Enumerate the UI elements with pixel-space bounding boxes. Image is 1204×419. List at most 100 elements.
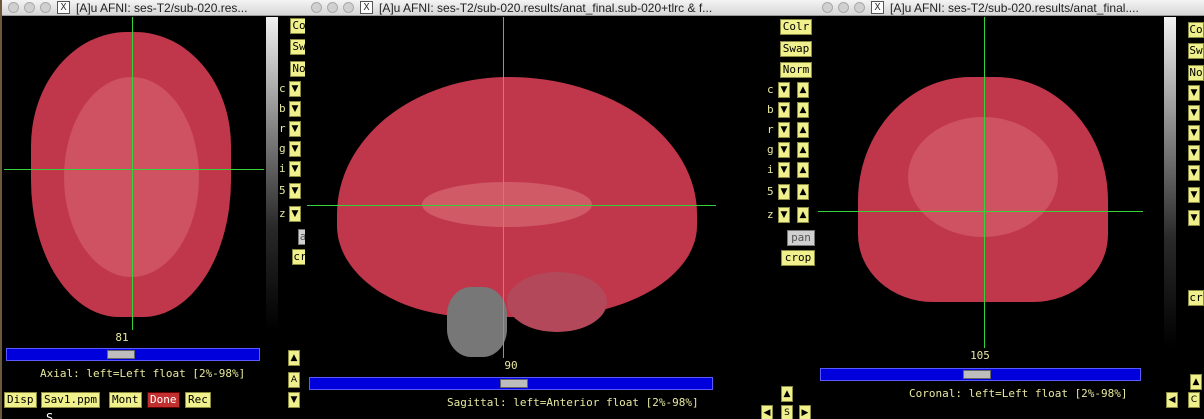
axial-up-arrow-icon[interactable]: ▲ — [288, 350, 300, 366]
norm-button[interactable]: No — [1188, 65, 1204, 81]
zoom-traffic-light-icon[interactable] — [343, 2, 354, 13]
slider-thumb[interactable] — [963, 370, 991, 379]
rec-button[interactable]: Rec — [185, 392, 211, 408]
crosshair-horizontal — [4, 169, 264, 170]
close-traffic-light-icon[interactable] — [311, 2, 322, 13]
minimize-traffic-light-icon[interactable] — [327, 2, 338, 13]
label-r: r — [279, 122, 286, 135]
label-c: c — [279, 82, 286, 95]
label-5: 5 — [279, 184, 286, 197]
axial-titlebar[interactable]: X [A]u AFNI: ses-T2/sub-020.res... — [2, 0, 308, 16]
coronal-white-matter — [908, 117, 1058, 237]
window-title: [A]u AFNI: ses-T2/sub-020.res... — [76, 0, 248, 15]
zoom-traffic-light-icon[interactable] — [854, 2, 865, 13]
sagittal-slice-slider[interactable] — [309, 377, 713, 390]
label-i: i — [767, 163, 774, 176]
z-down-arrow-icon[interactable]: ▼ — [289, 206, 301, 222]
window-title: [A]u AFNI: ses-T2/sub-020.results/anat_f… — [379, 0, 713, 15]
r-down-arrow-icon[interactable]: ▼ — [778, 122, 790, 138]
i-down-arrow-icon[interactable]: ▼ — [289, 161, 301, 177]
sagittal-right-arrow-icon[interactable]: ▶ — [799, 405, 811, 419]
pan-button[interactable]: pan — [787, 230, 815, 246]
x11-icon: X — [871, 1, 884, 14]
sagittal-up-arrow-icon[interactable]: ▲ — [781, 386, 793, 402]
5-down-arrow-icon[interactable]: ▼ — [289, 183, 301, 199]
colr-button[interactable]: Colr — [780, 19, 812, 35]
mont-button[interactable]: Mont — [109, 392, 142, 408]
disp-button[interactable]: Disp — [4, 392, 37, 408]
norm-button[interactable]: Norm — [780, 62, 812, 78]
brainstem-region — [447, 287, 507, 357]
axial-slice-slider[interactable] — [6, 348, 260, 361]
c-down-arrow-icon[interactable]: ▼ — [289, 81, 301, 97]
coronal-left-arrow-icon[interactable]: ◀ — [1166, 392, 1178, 408]
label-5: 5 — [767, 185, 774, 198]
label-g: g — [279, 142, 286, 155]
sagittal-window: X [A]u AFNI: ses-T2/sub-020.results/anat… — [305, 0, 818, 419]
r-down-arrow-icon[interactable]: ▼ — [1188, 125, 1200, 141]
c-down-arrow-icon[interactable]: ▼ — [778, 82, 790, 98]
slider-thumb[interactable] — [107, 350, 135, 359]
5-up-arrow-icon[interactable]: ▲ — [797, 184, 809, 200]
5-down-arrow-icon[interactable]: ▼ — [1188, 187, 1200, 203]
c-down-arrow-icon[interactable]: ▼ — [1188, 85, 1200, 101]
label-z: z — [279, 207, 286, 220]
g-up-arrow-icon[interactable]: ▲ — [797, 142, 809, 158]
sagittal-image-view[interactable] — [307, 17, 716, 358]
c-up-arrow-icon[interactable]: ▲ — [797, 82, 809, 98]
swap-button[interactable]: Swap — [780, 41, 812, 57]
i-up-arrow-icon[interactable]: ▲ — [797, 162, 809, 178]
axial-image-view[interactable] — [4, 17, 264, 330]
axial-window: X [A]u AFNI: ses-T2/sub-020.res... Co Sw… — [2, 0, 308, 419]
save-button[interactable]: Sav1.ppm — [41, 392, 100, 408]
i-down-arrow-icon[interactable]: ▼ — [1188, 165, 1200, 181]
coronal-slice-slider[interactable] — [820, 368, 1141, 381]
z-up-arrow-icon[interactable]: ▲ — [797, 207, 809, 223]
b-down-arrow-icon[interactable]: ▼ — [1188, 105, 1200, 121]
g-down-arrow-icon[interactable]: ▼ — [1188, 145, 1200, 161]
b-down-arrow-icon[interactable]: ▼ — [778, 102, 790, 118]
coronal-C-button[interactable]: C — [1188, 392, 1200, 408]
label-c: c — [767, 83, 774, 96]
swap-button[interactable]: Sw — [1188, 43, 1204, 59]
r-up-arrow-icon[interactable]: ▲ — [797, 122, 809, 138]
label-b: b — [279, 102, 286, 115]
g-down-arrow-icon[interactable]: ▼ — [289, 141, 301, 157]
i-down-arrow-icon[interactable]: ▼ — [778, 162, 790, 178]
close-traffic-light-icon[interactable] — [8, 2, 19, 13]
g-down-arrow-icon[interactable]: ▼ — [778, 142, 790, 158]
crosshair-vertical — [132, 17, 133, 330]
axial-status-text: Axial: left=Left float [2%-98%] — [40, 367, 246, 380]
minimize-traffic-light-icon[interactable] — [24, 2, 35, 13]
5-down-arrow-icon[interactable]: ▼ — [778, 184, 790, 200]
b-down-arrow-icon[interactable]: ▼ — [289, 101, 301, 117]
done-button[interactable]: Done — [147, 392, 180, 408]
axial-down-arrow-icon[interactable]: ▼ — [288, 392, 300, 408]
slice-number: 90 — [504, 359, 518, 372]
x11-icon: X — [57, 1, 70, 14]
crop-button[interactable]: cr — [1188, 290, 1204, 306]
crosshair-horizontal — [818, 211, 1143, 212]
slider-thumb[interactable] — [500, 379, 528, 388]
crosshair-vertical — [984, 17, 985, 348]
z-down-arrow-icon[interactable]: ▼ — [778, 207, 790, 223]
axial-A-button[interactable]: A — [288, 372, 300, 388]
r-down-arrow-icon[interactable]: ▼ — [289, 121, 301, 137]
b-up-arrow-icon[interactable]: ▲ — [797, 102, 809, 118]
zoom-traffic-light-icon[interactable] — [40, 2, 51, 13]
sagittal-S-button[interactable]: S — [781, 405, 793, 419]
sagittal-left-arrow-icon[interactable]: ◀ — [761, 405, 773, 419]
sagittal-titlebar[interactable]: X [A]u AFNI: ses-T2/sub-020.results/anat… — [305, 0, 818, 16]
label-b: b — [767, 103, 774, 116]
colr-button[interactable]: Co — [1188, 22, 1204, 38]
crop-button[interactable]: crop — [781, 250, 815, 266]
z-down-arrow-icon[interactable]: ▼ — [1188, 210, 1200, 226]
slice-number: 105 — [970, 349, 990, 362]
popup-text: S — [42, 411, 228, 419]
coronal-up-arrow-icon[interactable]: ▲ — [1190, 374, 1202, 390]
close-traffic-light-icon[interactable] — [822, 2, 833, 13]
coronal-titlebar[interactable]: X [A]u AFNI: ses-T2/sub-020.results/anat… — [816, 0, 1204, 16]
minimize-traffic-light-icon[interactable] — [838, 2, 849, 13]
coronal-image-view[interactable] — [818, 17, 1143, 348]
sagittal-control-bar: Colr Swap Norm c ▼ ▲ b ▼ ▲ r ▼ ▲ g ▼ ▲ i… — [760, 17, 818, 358]
